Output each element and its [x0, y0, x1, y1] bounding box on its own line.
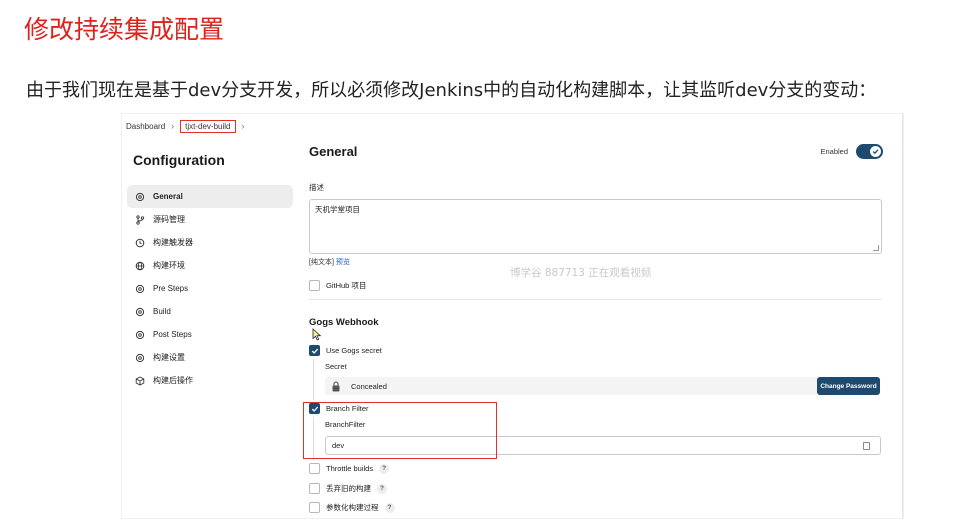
help-icon[interactable]: ?: [377, 483, 387, 494]
gear-icon: [135, 353, 145, 363]
github-project-option[interactable]: GitHub 项目: [309, 280, 366, 291]
sidebar-item-build[interactable]: Build: [127, 300, 293, 323]
gear-icon: [135, 307, 145, 317]
chevron-right-icon[interactable]: ›: [242, 121, 245, 131]
section-title-general: General: [309, 144, 358, 159]
doc-paragraph: 由于我们现在是基于dev分支开发，所以必须修改Jenkins中的自动化构建脚本，…: [26, 80, 877, 101]
sidebar-item-label: Pre Steps: [153, 284, 189, 293]
sidebar-item-post-build[interactable]: 构建后操作: [127, 369, 293, 392]
sidebar-item-triggers[interactable]: 构建触发器: [127, 231, 293, 254]
parameterized-build-label: 参数化构建过程: [326, 503, 379, 512]
sidebar-item-environment[interactable]: 构建环境: [127, 254, 293, 277]
use-gogs-secret-label: Use Gogs secret: [326, 346, 382, 355]
enabled-label: Enabled: [820, 147, 848, 156]
sidebar-item-post-steps[interactable]: Post Steps: [127, 323, 293, 346]
breadcrumb-job[interactable]: tjxt-dev-build: [180, 119, 236, 133]
enabled-toggle[interactable]: [856, 144, 883, 159]
sidebar-item-scm[interactable]: 源码管理: [127, 208, 293, 231]
help-icon[interactable]: ?: [384, 502, 395, 513]
secret-value: Concealed: [351, 381, 387, 391]
throttle-builds-checkbox[interactable]: [309, 463, 320, 474]
section-divider: [309, 299, 882, 300]
discard-old-builds-checkbox[interactable]: [309, 483, 320, 494]
sidebar-item-general[interactable]: General: [127, 185, 293, 208]
doc-title: 修改持续集成配置: [24, 15, 225, 44]
description-value: 天机学堂项目: [315, 205, 360, 214]
throttle-builds-label: Throttle builds: [326, 464, 374, 473]
breadcrumb: Dashboard › tjxt-dev-build ›: [126, 118, 245, 134]
resize-grip-icon[interactable]: [873, 245, 879, 251]
description-textarea[interactable]: 天机学堂项目: [309, 199, 882, 254]
input-helper-icon[interactable]: [863, 442, 870, 450]
gear-icon: [135, 284, 145, 294]
check-icon: [870, 146, 881, 157]
lock-icon: [331, 380, 341, 392]
secret-field[interactable]: Concealed: [325, 377, 818, 395]
branch-icon: [135, 214, 145, 225]
gear-icon: [135, 330, 145, 340]
discard-old-builds-option[interactable]: 丢弃旧的构建 ?: [309, 483, 387, 494]
gogs-webhook-title: Gogs Webhook: [309, 317, 379, 328]
breadcrumb-dashboard[interactable]: Dashboard: [126, 122, 165, 131]
sidebar-item-label: 构建后操作: [153, 376, 193, 385]
parameterized-build-option[interactable]: 参数化构建过程 ?: [309, 502, 395, 513]
secret-label: Secret: [325, 362, 347, 371]
use-gogs-secret-checkbox[interactable]: [309, 345, 320, 356]
discard-old-builds-label: 丢弃旧的构建: [326, 484, 371, 493]
sidebar-item-label: 构建环境: [153, 261, 185, 270]
check-icon: [311, 348, 318, 354]
github-project-label: GitHub 项目: [326, 281, 367, 290]
cube-icon: [135, 375, 145, 386]
preview-link[interactable]: 预览: [336, 259, 350, 266]
sidebar-item-label: 构建触发器: [153, 238, 193, 247]
sidebar-item-label: Build: [153, 307, 171, 316]
mouse-cursor-icon: [312, 328, 322, 341]
description-label: 描述: [309, 183, 324, 192]
video-watermark: 博学谷 887713 正在观看视频: [510, 267, 652, 279]
text-mode-label: [纯文本]: [309, 259, 334, 266]
sidebar-nav: General 源码管理 构建触发器 构建环境 Pre Steps Build …: [127, 185, 293, 392]
indent-guide: [313, 359, 314, 400]
use-gogs-secret-option[interactable]: Use Gogs secret: [309, 345, 382, 356]
highlight-annotation-box: [303, 402, 497, 459]
sidebar-item-label: General: [153, 192, 183, 201]
chevron-right-icon: ›: [171, 121, 175, 131]
parameterized-build-checkbox[interactable]: [309, 502, 320, 513]
throttle-builds-option[interactable]: Throttle builds ?: [309, 463, 390, 474]
jenkins-config-screenshot: Dashboard › tjxt-dev-build › Configurati…: [122, 114, 903, 518]
sidebar-item-label: 源码管理: [153, 215, 185, 224]
sidebar-item-label: 构建设置: [153, 353, 185, 362]
globe-icon: [135, 261, 145, 271]
github-project-checkbox[interactable]: [309, 280, 320, 291]
sidebar-item-pre-steps[interactable]: Pre Steps: [127, 277, 293, 300]
enabled-control: Enabled: [820, 144, 883, 159]
change-password-button[interactable]: Change Password: [817, 377, 880, 395]
gear-icon: [135, 192, 145, 202]
text-mode-row: [纯文本] 预览: [309, 257, 350, 267]
sidebar-item-build-settings[interactable]: 构建设置: [127, 346, 293, 369]
clock-icon: [135, 238, 145, 248]
help-icon[interactable]: ?: [379, 463, 390, 474]
sidebar-title: Configuration: [133, 152, 225, 168]
sidebar-item-label: Post Steps: [153, 330, 192, 339]
